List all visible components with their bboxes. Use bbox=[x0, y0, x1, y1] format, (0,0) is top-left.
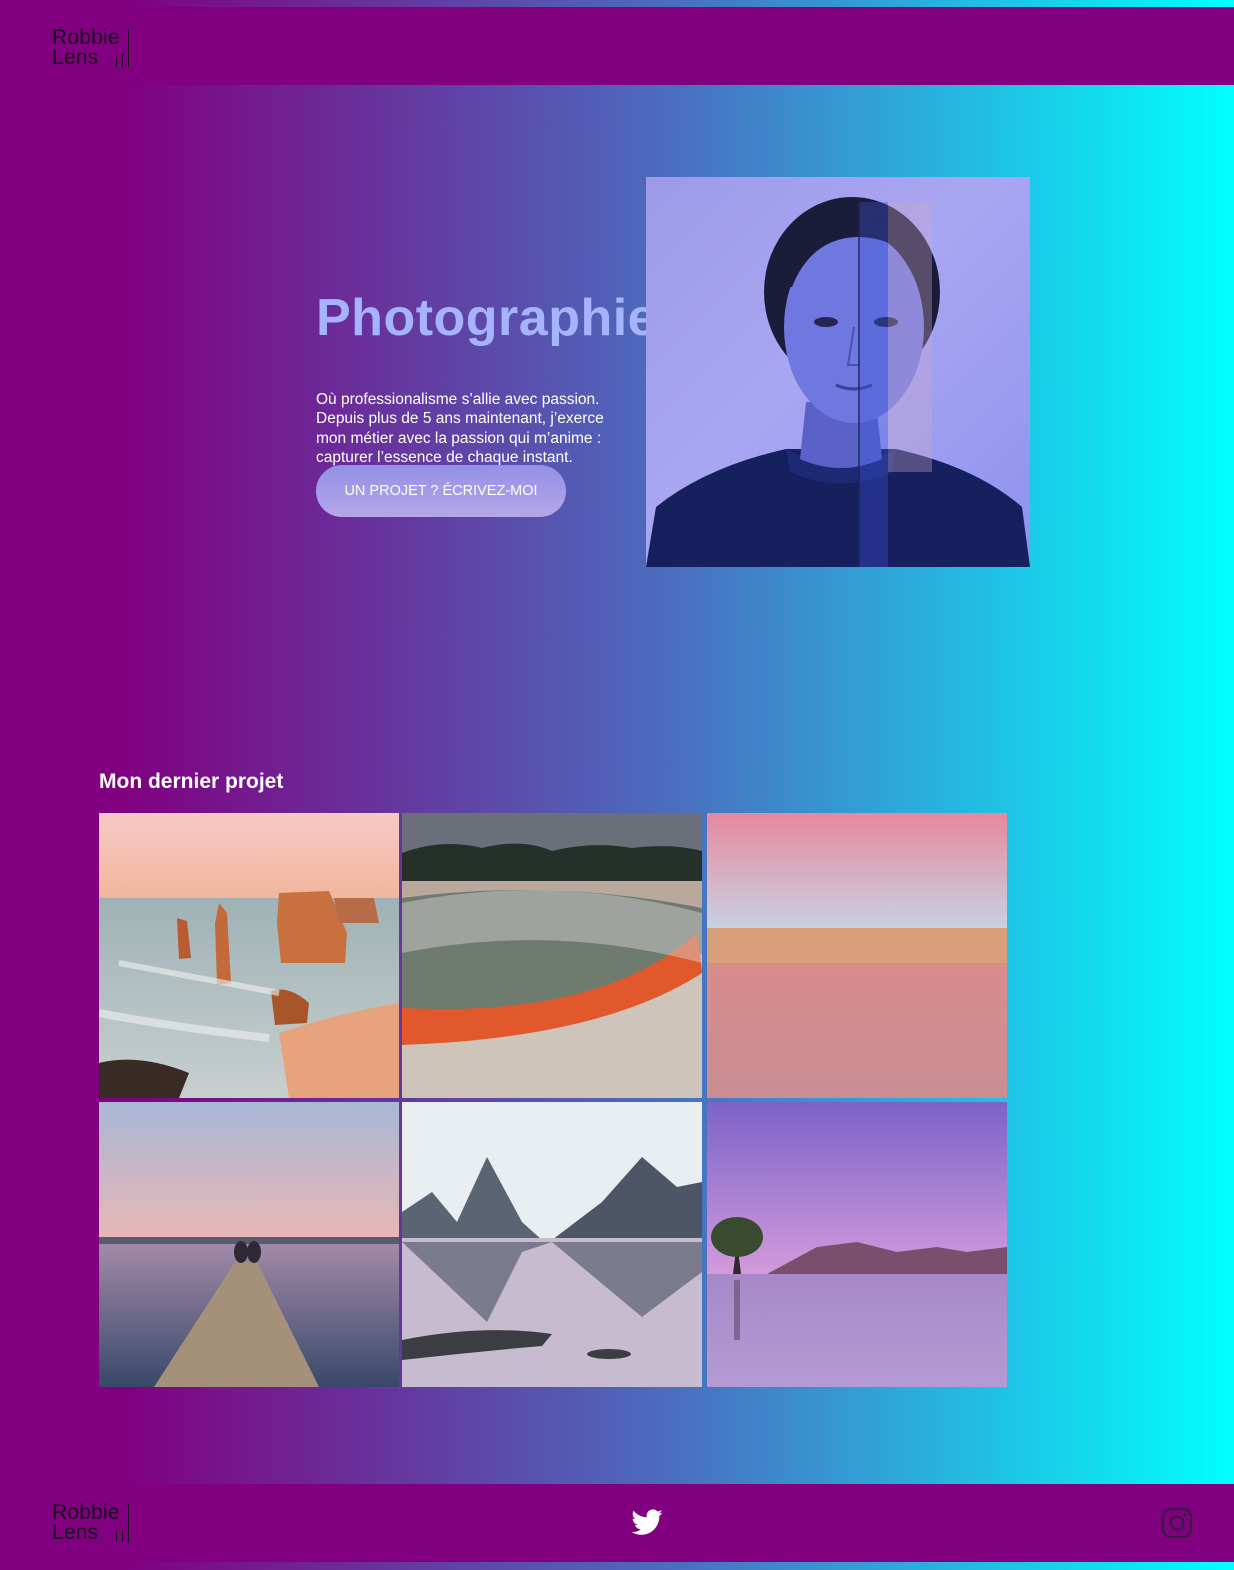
gallery-photo-sea-stacks[interactable] bbox=[99, 813, 399, 1098]
logo-bar bbox=[116, 57, 117, 67]
logo-bar bbox=[128, 29, 129, 67]
site-footer: Robbie Lens bbox=[0, 1484, 1234, 1562]
logo[interactable]: Robbie Lens bbox=[52, 27, 142, 71]
gallery-photo-jetty[interactable] bbox=[99, 1102, 399, 1387]
twitter-icon[interactable] bbox=[630, 1506, 664, 1540]
logo-line-1: Robbie bbox=[52, 1501, 120, 1524]
gallery-photo-mountain-lake[interactable] bbox=[402, 1102, 702, 1387]
logo-bar bbox=[116, 1532, 117, 1542]
logo-line-2: Lens bbox=[52, 1521, 99, 1544]
logo-bar bbox=[128, 1504, 129, 1542]
instagram-icon[interactable] bbox=[1160, 1506, 1194, 1540]
hero-description: Où professionalisme s’allie avec passion… bbox=[316, 391, 604, 467]
section-title-projects: Mon dernier projet bbox=[99, 770, 284, 793]
logo-bar bbox=[122, 1529, 123, 1542]
gallery-photo-hot-spring[interactable] bbox=[402, 813, 702, 1098]
contact-cta-button[interactable]: UN PROJET ? ÉCRIVEZ-MOI bbox=[316, 465, 566, 517]
hero-title: Photographie bbox=[316, 289, 658, 347]
site-header: Robbie Lens bbox=[0, 7, 1234, 85]
logo-bar bbox=[122, 54, 123, 67]
gallery-photo-pink-beach[interactable] bbox=[707, 813, 1007, 1098]
logo-line-2: Lens bbox=[52, 46, 99, 69]
logo-line-1: Robbie bbox=[52, 26, 120, 49]
footer-logo[interactable]: Robbie Lens bbox=[52, 1502, 142, 1546]
gallery-photo-lone-tree[interactable] bbox=[707, 1102, 1007, 1387]
portrait-photo bbox=[646, 177, 1030, 567]
